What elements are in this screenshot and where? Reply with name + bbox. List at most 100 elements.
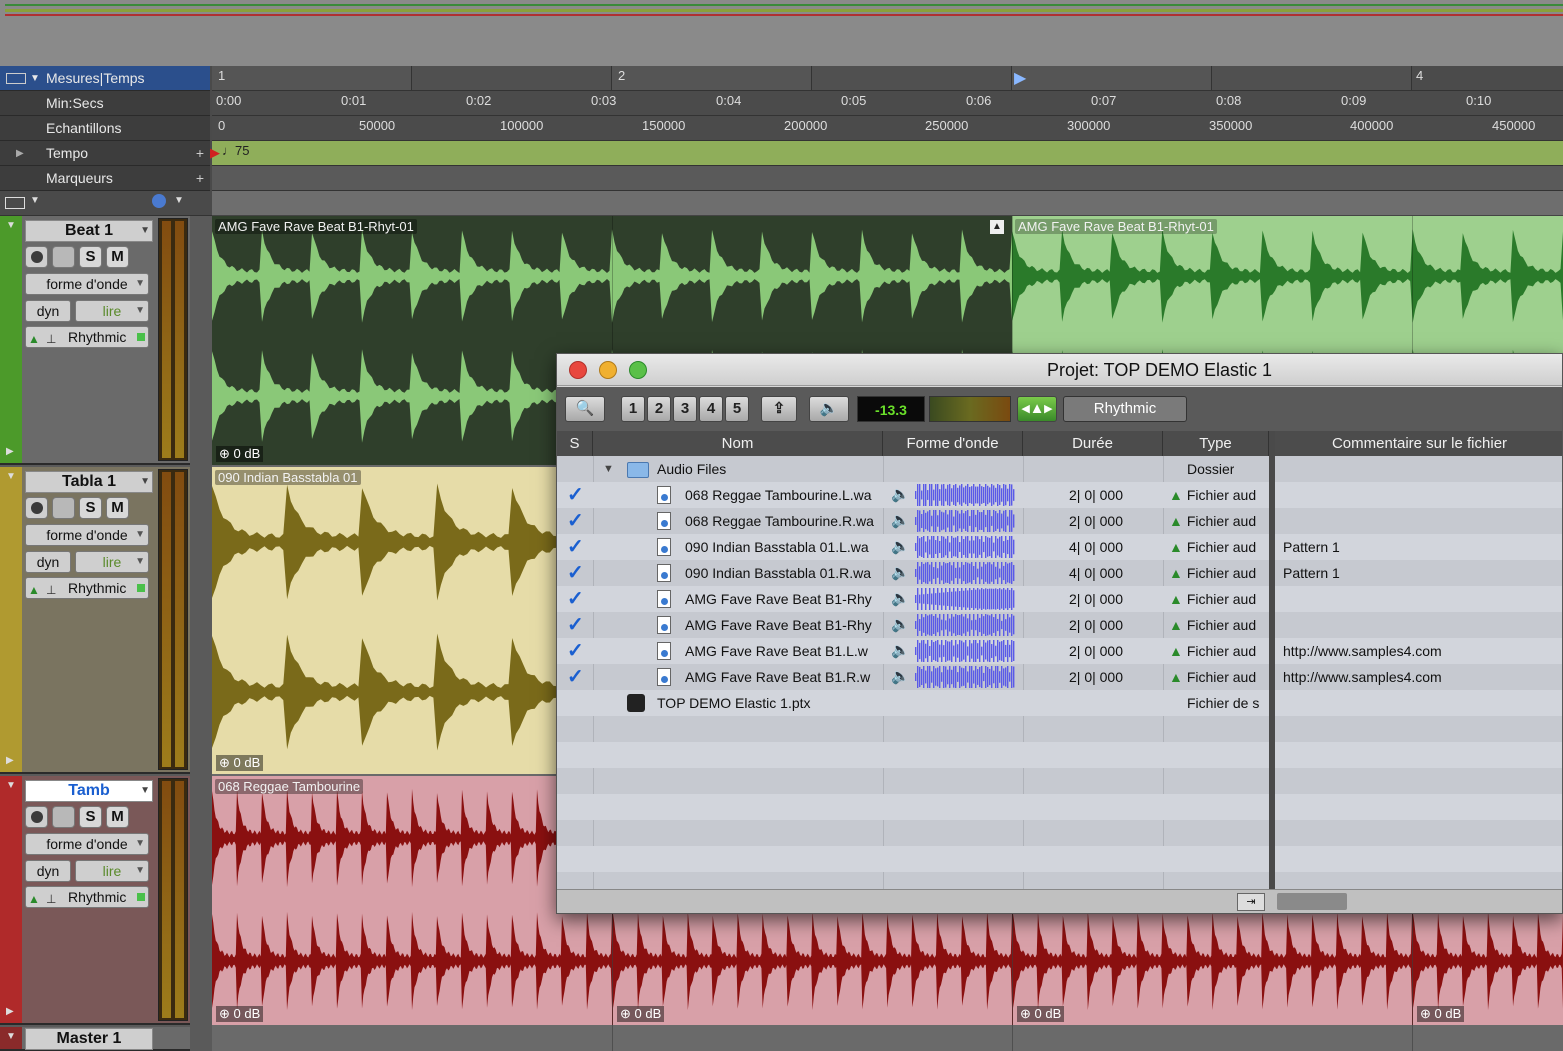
- elastic-mode-select[interactable]: Rhythmic: [1063, 396, 1187, 422]
- mute-button[interactable]: M: [106, 497, 129, 519]
- ruler-samples[interactable]: 0 50000 100000 150000 200000 250000 3000…: [212, 116, 1563, 141]
- track-header-tabla1[interactable]: ▼ ▶ Tabla 1 ▼ S M forme d'onde ▼ dyn lire ▼…: [0, 467, 190, 774]
- list-item-file[interactable]: ✓ AMG Fave Rave Beat B1.L.w 🔈 2| 0| 000 …: [557, 638, 1269, 664]
- track-name[interactable]: Beat 1 ▼: [25, 220, 153, 242]
- zoom-window-button[interactable]: [629, 361, 647, 379]
- list-item-session[interactable]: TOP DEMO Elastic 1.ptx Fichier de s: [557, 690, 1269, 716]
- add-tempo-icon[interactable]: +: [196, 141, 204, 166]
- add-marker-icon[interactable]: +: [196, 166, 204, 191]
- comment-cell[interactable]: http://www.samples4.com: [1275, 638, 1562, 664]
- input-monitor-button[interactable]: [52, 246, 75, 268]
- close-window-button[interactable]: [569, 361, 587, 379]
- column-waveform[interactable]: Forme d'onde: [883, 431, 1023, 456]
- track-view-select[interactable]: forme d'onde ▼: [25, 833, 149, 855]
- solo-button[interactable]: S: [79, 246, 102, 268]
- horizontal-scrollbar[interactable]: ⇥: [557, 889, 1562, 913]
- automation-mode-select[interactable]: lire ▼: [75, 860, 149, 882]
- record-button[interactable]: [25, 246, 48, 268]
- expand-icon[interactable]: ▶: [6, 1006, 14, 1017]
- track-header-tamb[interactable]: ▼ ▶ Tamb ▼ S M forme d'onde ▼ dyn lire ▼ ▲ …: [0, 776, 190, 1025]
- list-item-file[interactable]: ✓ 068 Reggae Tambourine.R.wa 🔈 2| 0| 000…: [557, 508, 1269, 534]
- playhead-marker-icon[interactable]: ▶: [1014, 68, 1026, 88]
- automation-mode-select[interactable]: lire ▼: [75, 551, 149, 573]
- preset-button[interactable]: 5: [725, 396, 749, 422]
- list-item-folder[interactable]: ▼ Audio Files Dossier: [557, 456, 1269, 482]
- speaker-icon[interactable]: 🔈: [891, 664, 910, 690]
- tempo-marker-icon[interactable]: ▶: [210, 145, 220, 161]
- list-item-file[interactable]: ✓ AMG Fave Rave Beat B1.R.w 🔈 2| 0| 000 …: [557, 664, 1269, 690]
- minimize-window-button[interactable]: [599, 361, 617, 379]
- collapse-icon[interactable]: ▼: [6, 1031, 16, 1042]
- window-title-bar[interactable]: Projet: TOP DEMO Elastic 1: [557, 354, 1562, 386]
- track-header-master1[interactable]: ▼ Master 1: [0, 1027, 190, 1051]
- ruler-markers[interactable]: [212, 166, 1563, 191]
- track-view-icon[interactable]: [5, 197, 25, 209]
- disclosure-triangle-icon[interactable]: ▼: [603, 456, 614, 482]
- ruler-minsecs-label[interactable]: Min:Secs: [0, 91, 210, 116]
- overview-strip[interactable]: [0, 0, 1563, 66]
- ruler-bars[interactable]: 1 2 ▶ 4: [212, 66, 1563, 91]
- mute-button[interactable]: M: [106, 246, 129, 268]
- expand-triangle-icon[interactable]: ▶: [16, 141, 24, 166]
- column-name[interactable]: Nom: [593, 431, 883, 456]
- collapse-icon[interactable]: ▼: [6, 780, 16, 791]
- column-s[interactable]: S: [557, 431, 593, 456]
- comment-cell[interactable]: Pattern 1: [1275, 560, 1562, 586]
- clip-gain[interactable]: ⊕ 0 dB: [216, 1006, 264, 1022]
- preview-level[interactable]: -13.3: [857, 396, 925, 422]
- list-item-file[interactable]: ✓ AMG Fave Rave Beat B1-Rhy 🔈 2| 0| 000 …: [557, 612, 1269, 638]
- elastic-mode-select[interactable]: ▲ ⊥ Rhythmic: [25, 886, 149, 908]
- list-item-file[interactable]: ✓ 090 Indian Basstabla 01.R.wa 🔈 4| 0| 0…: [557, 560, 1269, 586]
- track-view-select[interactable]: forme d'onde ▼: [25, 524, 149, 546]
- track-header-beat1[interactable]: ▼ ▶ Beat 1 ▼ S M forme d'onde ▼ dyn lire ▼ …: [0, 216, 190, 465]
- automation-mode-select[interactable]: lire ▼: [75, 300, 149, 322]
- list-item-file[interactable]: ✓ AMG Fave Rave Beat B1-Rhy 🔈 2| 0| 000 …: [557, 586, 1269, 612]
- speaker-icon[interactable]: 🔈: [891, 560, 910, 586]
- clock-icon[interactable]: [152, 194, 166, 208]
- comment-cell[interactable]: Pattern 1: [1275, 534, 1562, 560]
- list-item-file[interactable]: ✓ 068 Reggae Tambourine.L.wa 🔈 2| 0| 000…: [557, 482, 1269, 508]
- speaker-icon[interactable]: 🔈: [891, 586, 910, 612]
- clip-gain[interactable]: ⊕ 0 dB: [617, 1006, 665, 1022]
- column-duration[interactable]: Durée: [1023, 431, 1163, 456]
- comment-cell[interactable]: http://www.samples4.com: [1275, 664, 1562, 690]
- column-type[interactable]: Type: [1163, 431, 1269, 456]
- audition-button[interactable]: 🔈: [809, 396, 849, 422]
- clip-gain[interactable]: ⊕ 0 dB: [1417, 1006, 1465, 1022]
- preset-button[interactable]: 1: [621, 396, 645, 422]
- input-monitor-button[interactable]: [52, 806, 75, 828]
- scrollbar-thumb[interactable]: [1277, 893, 1347, 910]
- preset-button[interactable]: 3: [673, 396, 697, 422]
- ruler-tempo-label[interactable]: ▶ Tempo +: [0, 141, 210, 166]
- column-comment[interactable]: Commentaire sur le fichier: [1275, 431, 1563, 456]
- preset-button[interactable]: 2: [647, 396, 671, 422]
- elastic-mode-select[interactable]: ▲ ⊥ Rhythmic: [25, 326, 149, 348]
- speaker-icon[interactable]: 🔈: [891, 534, 910, 560]
- speaker-icon[interactable]: 🔈: [891, 612, 910, 638]
- ruler-tempo[interactable]: ▶ ♩75: [210, 141, 1563, 166]
- collapse-icon[interactable]: ▼: [6, 220, 16, 231]
- clip-gain[interactable]: ⊕ 0 dB: [216, 446, 264, 462]
- track-name[interactable]: Master 1: [25, 1028, 153, 1050]
- expand-icon[interactable]: ▶: [6, 446, 14, 457]
- input-monitor-button[interactable]: [52, 497, 75, 519]
- ruler-samples-label[interactable]: Echantillons: [0, 116, 210, 141]
- clip-gain[interactable]: ⊕ 0 dB: [1017, 1006, 1065, 1022]
- expand-icon[interactable]: ▶: [6, 755, 14, 766]
- master-lane[interactable]: [212, 1027, 1563, 1051]
- clip-gain[interactable]: ⊕ 0 dB: [216, 755, 264, 771]
- track-name[interactable]: Tabla 1 ▼: [25, 471, 153, 493]
- collapse-icon[interactable]: ▼: [6, 471, 16, 482]
- elastic-mode-select[interactable]: ▲ ⊥ Rhythmic: [25, 577, 149, 599]
- track-name[interactable]: Tamb ▼: [25, 780, 153, 802]
- record-button[interactable]: [25, 497, 48, 519]
- solo-button[interactable]: S: [79, 497, 102, 519]
- record-button[interactable]: [25, 806, 48, 828]
- ruler-minsecs[interactable]: 0:00 0:01 0:02 0:03 0:04 0:05 0:06 0:07 …: [212, 91, 1563, 116]
- scroll-right-button[interactable]: ⇥: [1237, 893, 1265, 911]
- audio-clip[interactable]: 068 Reggae Tambourine ⊕ 0 dB: [212, 776, 612, 1025]
- ruler-markers-label[interactable]: Marqueurs +: [0, 166, 210, 191]
- elastic-toggle-button[interactable]: ◂▲▸: [1017, 396, 1057, 422]
- ruler-bars-label[interactable]: ▼ Mesures|Temps: [0, 66, 210, 91]
- folder-up-button[interactable]: ⇪: [761, 396, 797, 422]
